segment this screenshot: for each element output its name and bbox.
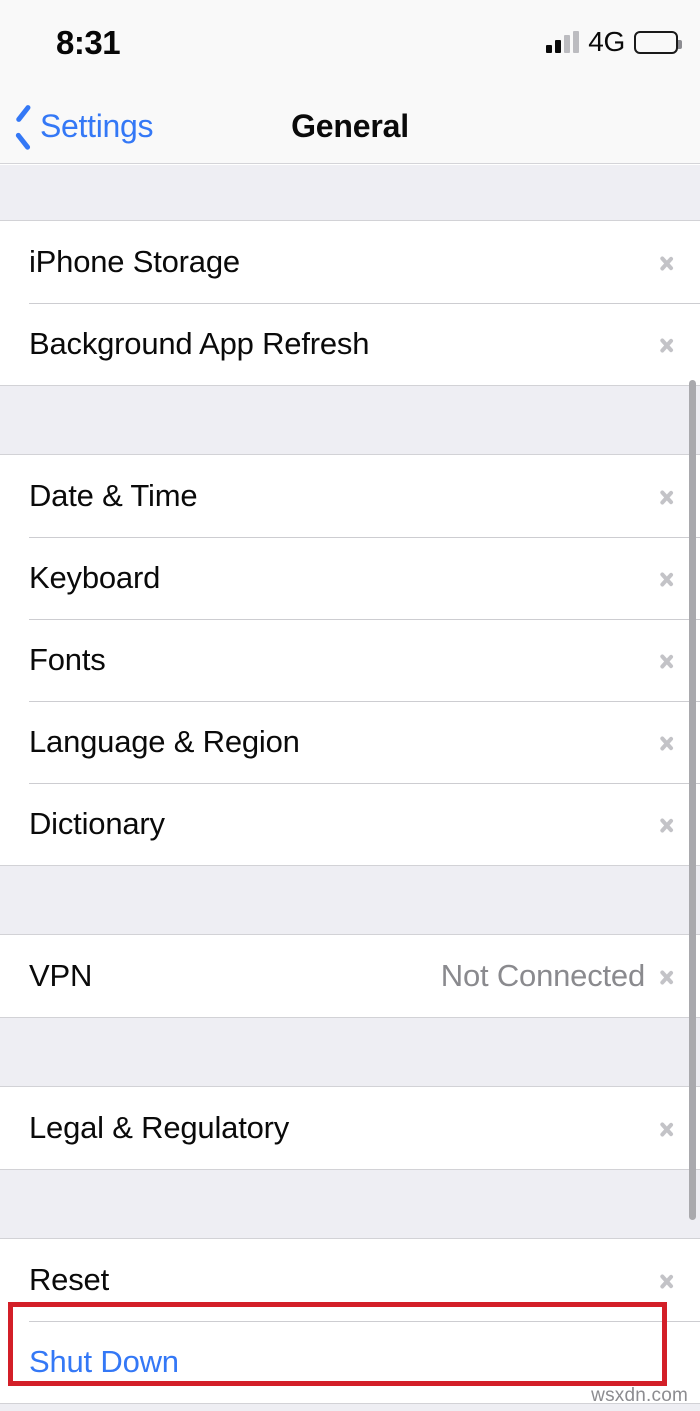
- chevron-right-icon: [659, 1265, 676, 1295]
- settings-row-label: Background App Refresh: [29, 326, 370, 361]
- settings-row-label: iPhone Storage: [29, 244, 240, 279]
- section-gap: [0, 866, 700, 934]
- chevron-right-icon: [659, 481, 676, 511]
- settings-row-background-app-refresh[interactable]: Background App Refresh: [0, 303, 700, 385]
- settings-group-3: VPN Not Connected: [0, 934, 700, 1018]
- status-bar-indicators: 4G: [546, 26, 682, 57]
- chevron-right-icon: [659, 645, 676, 675]
- settings-group-2: Date & Time Keyboard Fonts Language & Re…: [0, 454, 700, 866]
- settings-row-label: Reset: [29, 1262, 109, 1297]
- settings-group-5: Reset Shut Down: [0, 1238, 700, 1404]
- settings-row-fonts[interactable]: Fonts: [0, 619, 700, 701]
- settings-row-reset[interactable]: Reset: [0, 1239, 700, 1321]
- settings-row-legal-and-regulatory[interactable]: Legal & Regulatory: [0, 1087, 700, 1169]
- settings-row-label: Fonts: [29, 642, 106, 677]
- back-button-label: Settings: [40, 107, 154, 144]
- settings-row-date-and-time[interactable]: Date & Time: [0, 455, 700, 537]
- settings-row-label: Dictionary: [29, 806, 165, 841]
- settings-row-label: VPN: [29, 958, 93, 993]
- chevron-right-icon: [659, 563, 676, 593]
- section-gap: [0, 1018, 700, 1086]
- section-gap: [0, 1170, 700, 1238]
- iphone-settings-general-screen: 8:31 4G General Settings iPhone Storage: [0, 0, 700, 1411]
- chevron-right-icon: [659, 961, 676, 991]
- status-bar: 8:31 4G: [0, 0, 700, 88]
- navigation-bar: General Settings: [0, 88, 700, 164]
- chevron-right-icon: [659, 1113, 676, 1143]
- cellular-signal-icon: [546, 31, 580, 53]
- settings-row-label: Keyboard: [29, 560, 161, 595]
- chevron-right-icon: [659, 329, 676, 359]
- watermark: wsxdn.com: [591, 1385, 688, 1406]
- section-gap: [0, 386, 700, 454]
- settings-row-iphone-storage[interactable]: iPhone Storage: [0, 221, 700, 303]
- chevron-left-icon: [14, 109, 34, 143]
- settings-row-label: Shut Down: [29, 1344, 179, 1379]
- settings-list: iPhone Storage Background App Refresh Da…: [0, 165, 700, 1411]
- section-gap: [0, 165, 700, 220]
- settings-row-vpn[interactable]: VPN Not Connected: [0, 935, 700, 1017]
- settings-row-label: Language & Region: [29, 724, 300, 759]
- back-button[interactable]: Settings: [14, 88, 154, 164]
- settings-row-dictionary[interactable]: Dictionary: [0, 783, 700, 865]
- settings-group-1: iPhone Storage Background App Refresh: [0, 220, 700, 386]
- chevron-right-icon: [659, 247, 676, 277]
- settings-group-4: Legal & Regulatory: [0, 1086, 700, 1170]
- settings-row-label: Legal & Regulatory: [29, 1110, 290, 1145]
- battery-icon: [634, 30, 682, 54]
- settings-row-language-and-region[interactable]: Language & Region: [0, 701, 700, 783]
- network-type-label: 4G: [588, 26, 625, 57]
- chevron-right-icon: [659, 727, 676, 757]
- settings-row-value: Not Connected: [440, 958, 645, 993]
- settings-row-keyboard[interactable]: Keyboard: [0, 537, 700, 619]
- chevron-right-icon: [659, 809, 676, 839]
- settings-row-label: Date & Time: [29, 478, 198, 513]
- status-bar-clock: 8:31: [56, 24, 121, 61]
